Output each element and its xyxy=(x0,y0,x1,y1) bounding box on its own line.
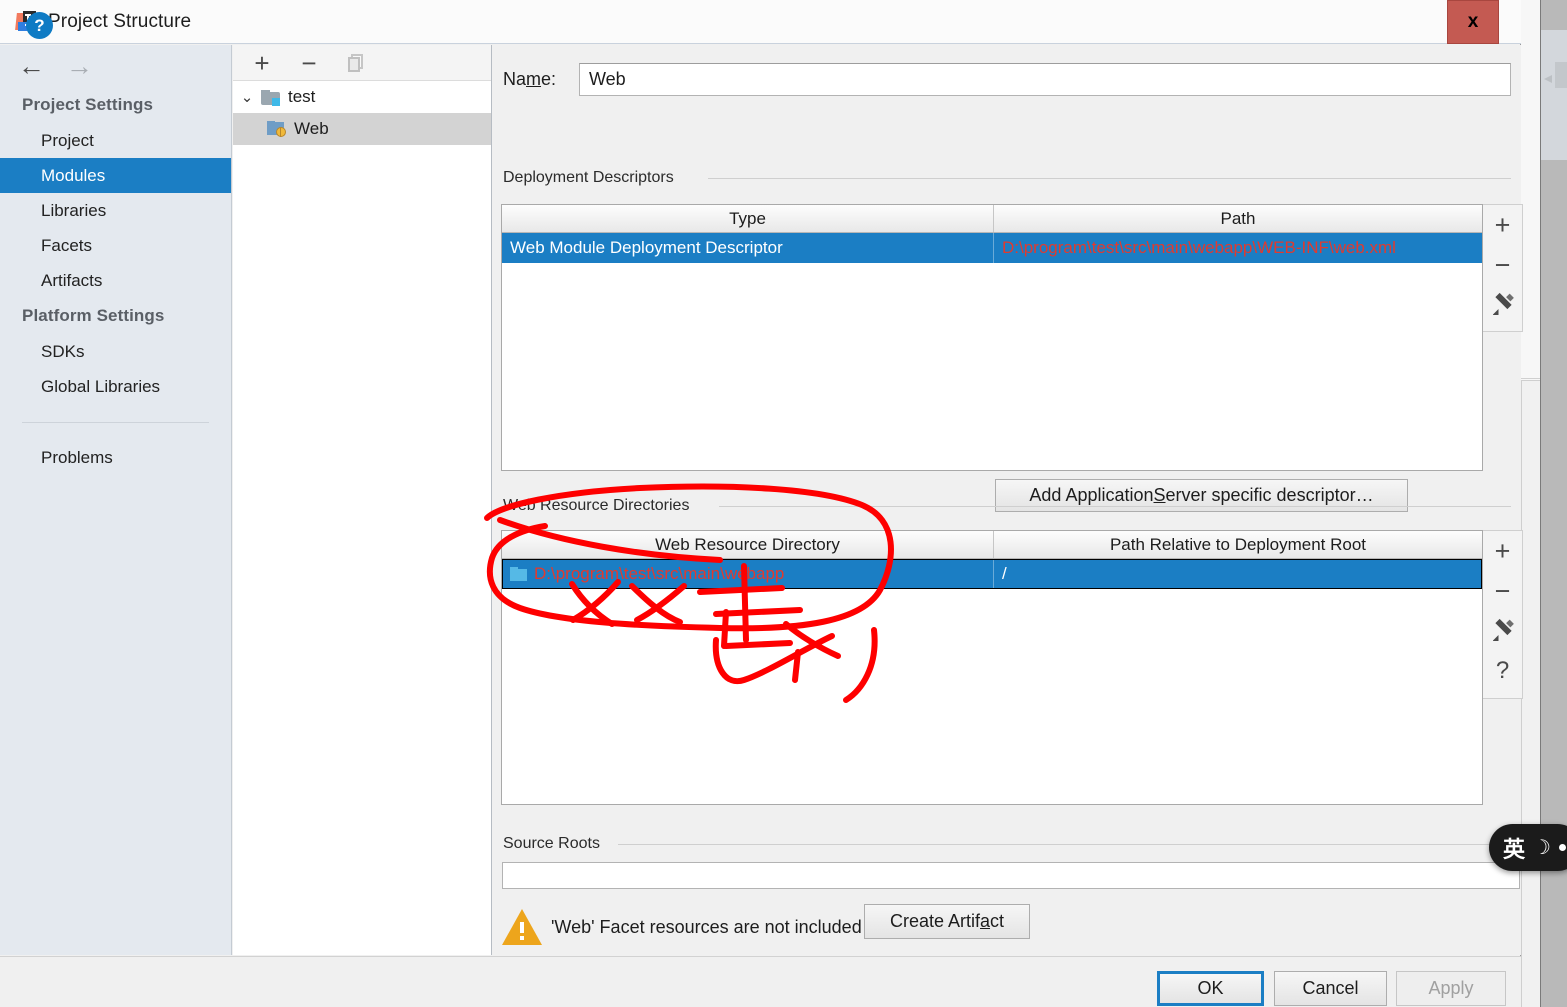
title-bar: Project Structure x xyxy=(0,0,1521,44)
sidebar-item-project[interactable]: Project xyxy=(0,123,231,158)
cell-relative-path: / xyxy=(1002,564,1007,583)
facet-settings-panel: Name: Deployment Descriptors Type Path W… xyxy=(493,45,1523,955)
tree-node-test[interactable]: ⌄ test xyxy=(233,81,491,113)
ime-language-widget[interactable]: 英 ☽ xyxy=(1489,824,1567,871)
module-tree-toolbar: + − xyxy=(233,45,491,81)
sidebar-divider xyxy=(22,422,209,423)
tree-node-label: Web xyxy=(294,119,329,138)
background-panel xyxy=(1521,380,1540,1007)
ok-button[interactable]: OK xyxy=(1157,971,1264,1006)
pencil-icon[interactable] xyxy=(1483,285,1523,325)
table-row[interactable]: Web Module Deployment Descriptor D:\prog… xyxy=(502,233,1482,263)
copy-icon[interactable] xyxy=(343,50,369,76)
chevron-down-icon[interactable]: ⌄ xyxy=(233,88,261,106)
sidebar-item-problems[interactable]: Problems xyxy=(0,440,231,475)
apply-button: Apply xyxy=(1396,971,1506,1006)
source-roots-rule xyxy=(618,844,1511,845)
column-header-path-relative[interactable]: Path Relative to Deployment Root xyxy=(994,531,1482,558)
arrow-right-icon[interactable]: → xyxy=(66,52,93,80)
cell-path: D:\program\test\src\main\webapp\WEB-INF\… xyxy=(1002,238,1396,257)
page-title: Project Structure xyxy=(48,10,192,32)
plus-icon[interactable]: + xyxy=(1483,205,1523,245)
table-header: Type Path xyxy=(502,205,1482,233)
module-folder-icon xyxy=(261,89,280,106)
background-divider xyxy=(1521,378,1540,379)
deployment-descriptors-toolbar: + − xyxy=(1483,204,1523,332)
name-input[interactable] xyxy=(579,62,1511,96)
add-application-server-descriptor-button[interactable]: Add Application Server specific descript… xyxy=(995,479,1408,512)
cell-type: Web Module Deployment Descriptor xyxy=(502,233,994,263)
question-icon[interactable]: ? xyxy=(1483,651,1523,691)
column-header-path[interactable]: Path xyxy=(994,205,1482,232)
navigation-arrows: ← → xyxy=(0,45,231,87)
web-facet-icon xyxy=(267,121,286,137)
tree-node-label: test xyxy=(288,87,316,106)
tree-node-web[interactable]: Web xyxy=(233,113,491,145)
source-roots-input[interactable] xyxy=(502,862,1520,889)
deployment-descriptors-rule xyxy=(708,178,1511,179)
table-row[interactable]: D:\program\test\src\main\webapp / xyxy=(502,559,1482,589)
close-icon[interactable]: x xyxy=(1447,0,1499,44)
cancel-button[interactable]: Cancel xyxy=(1274,971,1387,1006)
module-tree-panel: + − ⌄ test Web xyxy=(233,45,492,955)
sidebar-item-facets[interactable]: Facets xyxy=(0,228,231,263)
web-resource-directories-caption: Web Resource Directories xyxy=(503,497,696,515)
background-window-chip xyxy=(1555,62,1567,88)
minus-icon[interactable]: − xyxy=(296,50,322,76)
minus-icon[interactable]: − xyxy=(1483,571,1523,611)
web-resource-directories-table[interactable]: Web Resource Directory Path Relative to … xyxy=(501,530,1483,805)
plus-icon[interactable]: + xyxy=(1483,531,1523,571)
minus-icon[interactable]: − xyxy=(1483,245,1523,285)
folder-icon xyxy=(510,567,527,581)
warning-triangle-icon xyxy=(502,909,542,945)
settings-sidebar: ← → Project Settings Project Modules Lib… xyxy=(0,45,232,955)
project-structure-dialog: Project Structure x ← → Project Settings… xyxy=(0,0,1523,1007)
sidebar-item-global-libraries[interactable]: Global Libraries xyxy=(0,369,231,404)
name-label: Name: xyxy=(503,68,557,89)
sidebar-item-libraries[interactable]: Libraries xyxy=(0,193,231,228)
web-resource-directories-toolbar: + − ? xyxy=(1483,530,1523,699)
arrow-left-icon[interactable]: ← xyxy=(18,52,45,80)
column-header-web-resource-directory[interactable]: Web Resource Directory xyxy=(502,531,994,558)
table-header: Web Resource Directory Path Relative to … xyxy=(502,531,1482,559)
sidebar-item-artifacts[interactable]: Artifacts xyxy=(0,263,231,298)
web-resource-directories-rule xyxy=(719,506,1511,507)
cell-web-resource-directory: D:\program\test\src\main\webapp xyxy=(502,559,994,589)
pencil-icon[interactable] xyxy=(1483,611,1523,651)
deployment-descriptors-table[interactable]: Type Path Web Module Deployment Descript… xyxy=(501,204,1483,471)
column-header-type[interactable]: Type xyxy=(502,205,994,232)
sidebar-item-sdks[interactable]: SDKs xyxy=(0,334,231,369)
help-icon[interactable]: ? xyxy=(26,12,53,39)
sidebar-group-project-settings: Project Settings xyxy=(22,95,154,114)
deployment-descriptors-caption: Deployment Descriptors xyxy=(503,169,680,187)
ime-dot-icon xyxy=(1558,844,1566,851)
ime-language-label: 英 xyxy=(1503,836,1526,862)
source-roots-caption: Source Roots xyxy=(503,835,606,853)
create-artifact-button[interactable]: Create Artif a ct xyxy=(864,904,1030,939)
plus-icon[interactable]: + xyxy=(249,50,275,76)
moon-icon: ☽ xyxy=(1533,837,1551,859)
sidebar-item-modules[interactable]: Modules xyxy=(0,158,231,193)
name-row: Name: xyxy=(503,62,1511,96)
background-window-header xyxy=(1541,30,1567,160)
sidebar-group-platform-settings: Platform Settings xyxy=(22,306,165,325)
